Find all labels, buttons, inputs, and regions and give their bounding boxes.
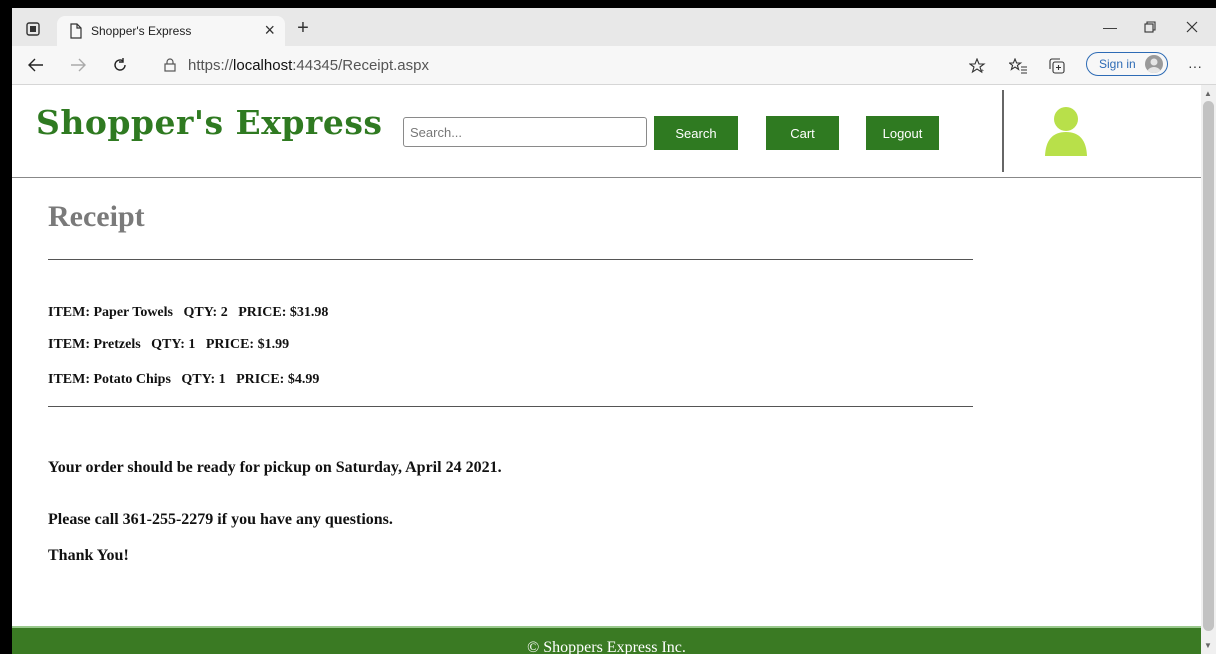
- page-title: Receipt: [48, 200, 145, 233]
- site-logo[interactable]: Shopper's Express: [36, 103, 382, 142]
- logout-button[interactable]: Logout: [866, 116, 939, 150]
- svg-text:+: +: [980, 68, 984, 74]
- footer-text: © Shoppers Express Inc.: [527, 639, 686, 654]
- receipt-item: ITEM: Paper Towels QTY: 2 PRICE: $31.98: [48, 305, 329, 320]
- page-viewport: Shopper's Express Search Cart Logout Rec…: [12, 85, 1201, 654]
- page-scrollbar[interactable]: ▲ ▼: [1201, 85, 1216, 654]
- pickup-message: Your order should be ready for pickup on…: [48, 459, 502, 476]
- close-icon[interactable]: ×: [264, 20, 275, 41]
- receipt-item: ITEM: Potato Chips QTY: 1 PRICE: $4.99: [48, 372, 320, 387]
- tab-actions-icon[interactable]: [22, 18, 44, 40]
- browser-toolbar: https://localhost:44345/Receipt.aspx + S…: [12, 46, 1216, 85]
- browser-window: Shopper's Express × + — https://localhos…: [12, 8, 1216, 654]
- search-input[interactable]: [403, 117, 647, 147]
- site-header: Shopper's Express Search Cart Logout: [12, 85, 1201, 178]
- refresh-icon[interactable]: [108, 54, 132, 76]
- minimize-icon[interactable]: —: [1090, 14, 1130, 40]
- profile-avatar-icon: [1145, 55, 1163, 73]
- more-icon[interactable]: ···: [1184, 55, 1206, 77]
- browser-tab[interactable]: Shopper's Express ×: [57, 16, 285, 46]
- divider: [48, 259, 973, 260]
- cart-button[interactable]: Cart: [766, 116, 839, 150]
- user-icon[interactable]: [1044, 106, 1088, 156]
- search-button[interactable]: Search: [654, 116, 738, 150]
- favorites-icon[interactable]: [1007, 55, 1029, 77]
- lock-icon[interactable]: [164, 58, 176, 72]
- thank-you-message: Thank You!: [48, 547, 129, 564]
- plus-icon[interactable]: +: [292, 18, 314, 38]
- collections-icon[interactable]: [1046, 55, 1068, 77]
- back-arrow-icon[interactable]: [24, 54, 48, 76]
- scroll-down-icon[interactable]: ▼: [1204, 641, 1212, 650]
- sign-in-button[interactable]: Sign in: [1086, 52, 1168, 76]
- tab-title: Shopper's Express: [91, 24, 192, 38]
- window-close-icon[interactable]: [1172, 14, 1212, 40]
- header-divider: [1002, 90, 1004, 172]
- divider: [48, 406, 973, 407]
- favorite-star-icon[interactable]: +: [967, 55, 989, 77]
- receipt-item: ITEM: Pretzels QTY: 1 PRICE: $1.99: [48, 337, 290, 352]
- url-text[interactable]: https://localhost:44345/Receipt.aspx: [188, 57, 429, 74]
- site-footer: © Shoppers Express Inc.: [12, 626, 1201, 654]
- address-bar[interactable]: https://localhost:44345/Receipt.aspx: [152, 52, 972, 78]
- forward-arrow-icon[interactable]: [66, 54, 90, 76]
- tab-bar: Shopper's Express × + —: [12, 8, 1216, 46]
- page-icon: [69, 23, 83, 39]
- scroll-up-icon[interactable]: ▲: [1204, 89, 1212, 98]
- restore-icon[interactable]: [1130, 14, 1170, 40]
- call-message: Please call 361-255-2279 if you have any…: [48, 511, 393, 528]
- scrollbar-thumb[interactable]: [1203, 101, 1214, 631]
